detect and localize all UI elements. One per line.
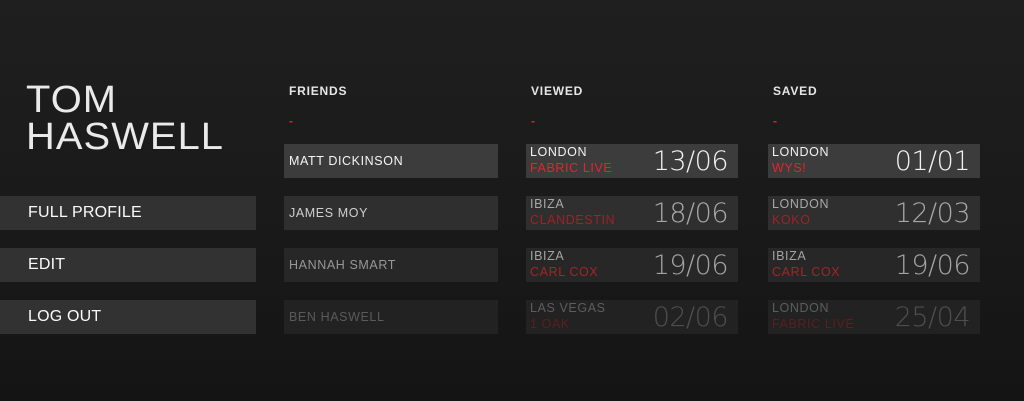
- event-date: 19/06: [652, 250, 729, 281]
- event-date: 18/06: [652, 198, 729, 229]
- saved-dash: -: [773, 114, 777, 128]
- viewed-dash: -: [531, 114, 535, 128]
- event-venue: KOKO: [772, 213, 811, 227]
- event-venue: CARL COX: [772, 265, 841, 279]
- saved-event-card[interactable]: LONDON WYS! 01/01: [768, 144, 980, 178]
- event-date: 25/04: [894, 302, 971, 333]
- friends-header: FRIENDS: [289, 84, 348, 98]
- profile-name: TOM HASWELL: [26, 81, 223, 156]
- event-venue: FABRIC LIVE: [530, 161, 613, 175]
- event-venue: CARL COX: [530, 265, 599, 279]
- full-profile-button[interactable]: FULL PROFILE: [0, 196, 256, 230]
- edit-button[interactable]: EDIT: [0, 248, 256, 282]
- event-city: IBIZA: [530, 249, 565, 263]
- viewed-header: VIEWED: [531, 84, 584, 98]
- log-out-button[interactable]: LOG OUT: [0, 300, 256, 334]
- event-city: IBIZA: [772, 249, 807, 263]
- event-date: 01/01: [894, 146, 971, 177]
- friend-item[interactable]: MATT DICKINSON: [284, 144, 498, 178]
- event-date: 12/03: [894, 198, 971, 229]
- viewed-event-card[interactable]: IBIZA CARL COX 19/06: [526, 248, 738, 282]
- saved-event-card[interactable]: IBIZA CARL COX 19/06: [768, 248, 980, 282]
- event-city: LONDON: [772, 145, 830, 159]
- friend-item[interactable]: JAMES MOY: [284, 196, 498, 230]
- event-venue: WYS!: [772, 161, 807, 175]
- event-date: 19/06: [894, 250, 971, 281]
- event-date: 02/06: [652, 302, 729, 333]
- event-city: IBIZA: [530, 197, 565, 211]
- profile-last-name: HASWELL: [26, 116, 225, 158]
- event-city: LONDON: [530, 145, 588, 159]
- friend-item[interactable]: HANNAH SMART: [284, 248, 498, 282]
- saved-event-card[interactable]: LONDON KOKO 12/03: [768, 196, 980, 230]
- event-venue: CLANDESTIN: [530, 213, 616, 227]
- event-date: 13/06: [652, 146, 729, 177]
- viewed-event-card[interactable]: LONDON FABRIC LIVE 13/06: [526, 144, 738, 178]
- saved-event-card[interactable]: LONDON FABRIC LIVE 25/04: [768, 300, 980, 334]
- event-city: LAS VEGAS: [530, 301, 606, 315]
- friends-dash: -: [289, 114, 293, 128]
- event-city: LONDON: [772, 197, 830, 211]
- event-venue: 1 OAK: [530, 317, 570, 331]
- friend-item[interactable]: BEN HASWELL: [284, 300, 498, 334]
- viewed-event-card[interactable]: IBIZA CLANDESTIN 18/06: [526, 196, 738, 230]
- event-city: LONDON: [772, 301, 830, 315]
- event-venue: FABRIC LIVE: [772, 317, 855, 331]
- profile-first-name: TOM: [26, 79, 118, 121]
- saved-header: SAVED: [773, 84, 818, 98]
- viewed-event-card[interactable]: LAS VEGAS 1 OAK 02/06: [526, 300, 738, 334]
